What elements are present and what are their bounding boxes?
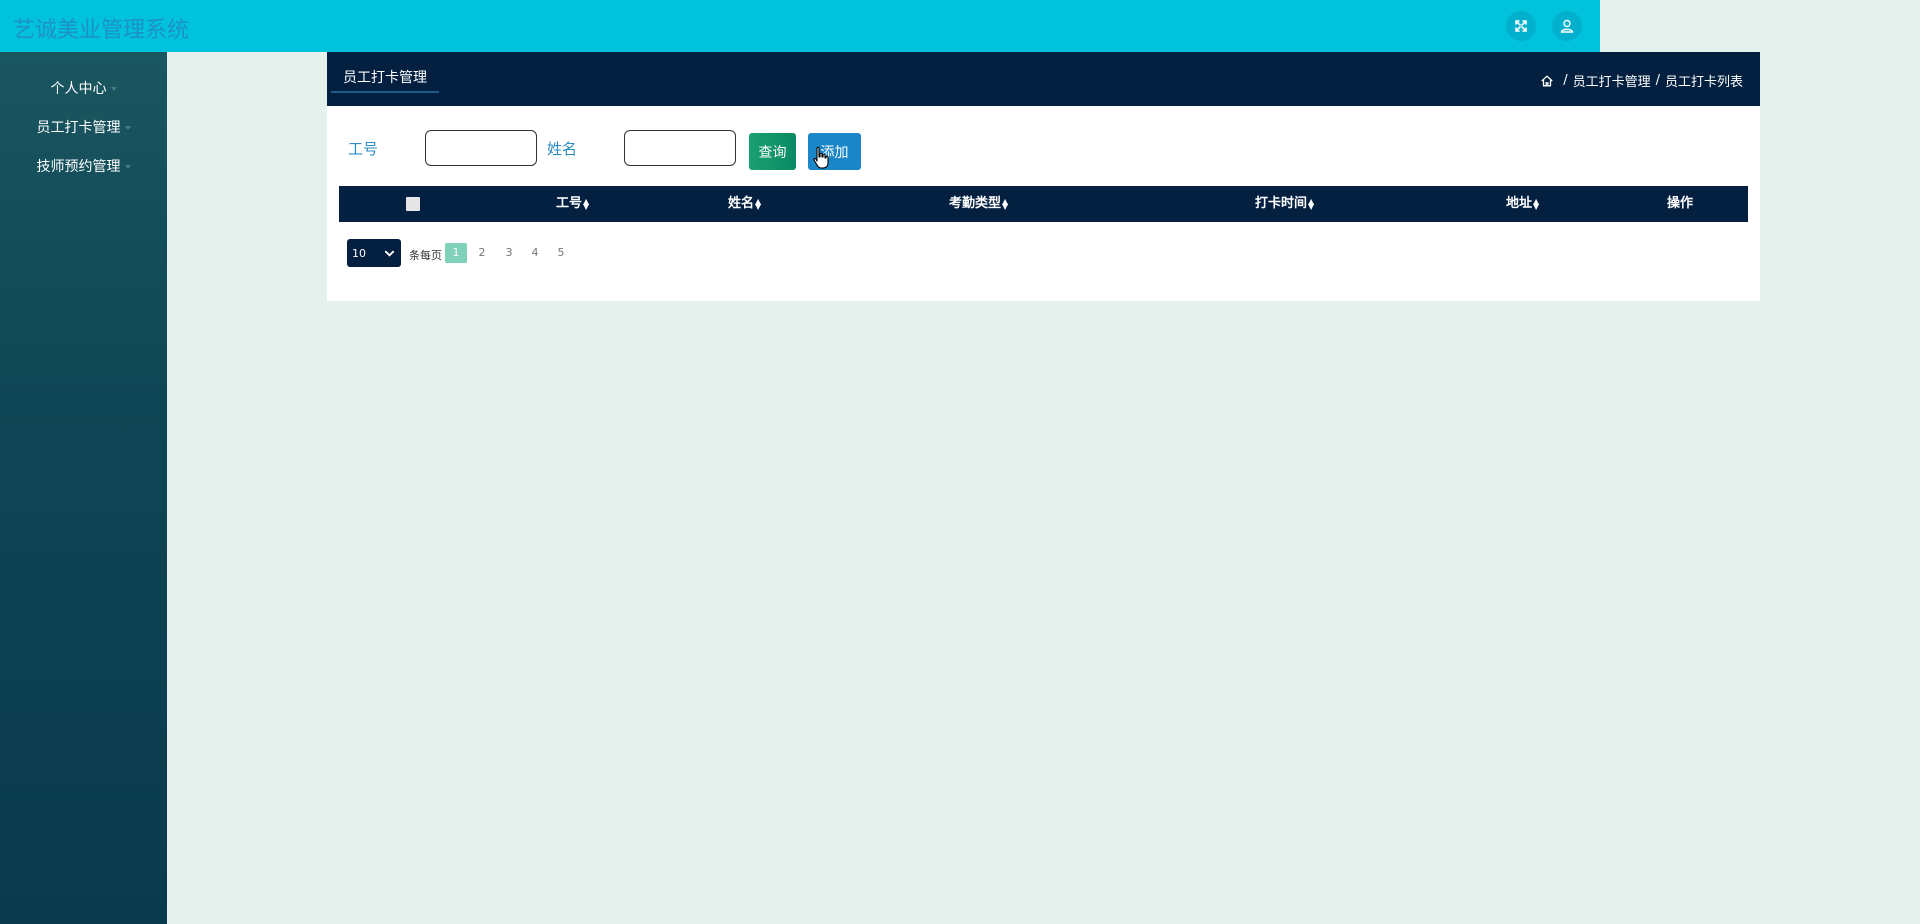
main-panel: 员工打卡管理 / 员工打卡管理 / 员工打卡列表 工号 姓名 查询 添加 工号▲… <box>327 52 1760 301</box>
user-icon[interactable] <box>1552 11 1582 41</box>
column-header-actions: 操作 <box>1667 196 1694 211</box>
sidebar-item-personal-center[interactable]: 个人中心 <box>0 68 167 107</box>
chevron-down-icon <box>124 164 131 169</box>
breadcrumb: / 员工打卡管理 / 员工打卡列表 <box>1540 71 1743 90</box>
name-input[interactable] <box>624 130 736 166</box>
chevron-down-icon <box>384 250 395 257</box>
tab-employee-clock-in[interactable]: 员工打卡管理 <box>331 65 439 93</box>
page-5[interactable]: 5 <box>550 243 572 263</box>
page-size-select[interactable]: 10 <box>347 239 401 267</box>
breadcrumb-item[interactable]: 员工打卡管理 <box>1573 71 1651 90</box>
name-label: 姓名 <box>547 140 578 158</box>
sort-icon: ▲ ▼ <box>1533 196 1540 211</box>
column-header-attendance-type[interactable]: 考勤类型▲ ▼ <box>949 186 1008 222</box>
sort-icon: ▲ ▼ <box>755 196 762 211</box>
sidebar-item-technician-booking[interactable]: 技师预约管理 <box>0 146 167 185</box>
page-3[interactable]: 3 <box>498 243 520 263</box>
fullscreen-icon[interactable] <box>1506 11 1536 41</box>
hand-cursor-icon <box>813 146 829 169</box>
sort-icon: ▲ ▼ <box>1002 196 1009 211</box>
column-header-clock-in-time[interactable]: 打卡时间▲ ▼ <box>1255 186 1314 222</box>
select-all-checkbox[interactable] <box>406 197 420 211</box>
table-header: 工号▲ ▼ 姓名▲ ▼ 考勤类型▲ ▼ 打卡时间▲ ▼ 地址▲ ▼ 操作 <box>339 186 1748 222</box>
page-4[interactable]: 4 <box>524 243 546 263</box>
sidebar-item-label: 员工打卡管理 <box>36 119 121 136</box>
sidebar-item-label: 个人中心 <box>50 80 107 97</box>
panel-header: 员工打卡管理 / 员工打卡管理 / 员工打卡列表 <box>327 52 1760 106</box>
column-header-name[interactable]: 姓名▲ ▼ <box>728 186 761 222</box>
employee-id-label: 工号 <box>348 140 379 158</box>
breadcrumb-separator: / <box>1563 73 1568 88</box>
sidebar: 个人中心 员工打卡管理 技师预约管理 <box>0 52 167 924</box>
page-2[interactable]: 2 <box>471 243 493 263</box>
breadcrumb-item: 员工打卡列表 <box>1664 75 1743 90</box>
top-bar: 艺诚美业管理系统 <box>0 0 1600 52</box>
sort-icon: ▲ ▼ <box>1308 196 1315 211</box>
chevron-down-icon <box>110 86 117 91</box>
page-1[interactable]: 1 <box>445 243 467 263</box>
page-size-value: 10 <box>352 246 366 260</box>
breadcrumb-separator: / <box>1655 73 1660 88</box>
sidebar-item-employee-clock-in[interactable]: 员工打卡管理 <box>0 107 167 146</box>
per-page-label: 条每页 <box>409 249 442 262</box>
app-title: 艺诚美业管理系统 <box>13 18 190 43</box>
sort-icon: ▲ ▼ <box>583 196 590 211</box>
sidebar-item-label: 技师预约管理 <box>36 158 121 175</box>
chevron-down-icon <box>124 125 131 130</box>
column-header-employee-id[interactable]: 工号▲ ▼ <box>556 186 589 222</box>
employee-id-input[interactable] <box>425 130 537 166</box>
home-icon[interactable] <box>1540 74 1554 88</box>
column-header-address[interactable]: 地址▲ ▼ <box>1506 186 1539 222</box>
query-button[interactable]: 查询 <box>749 133 796 170</box>
